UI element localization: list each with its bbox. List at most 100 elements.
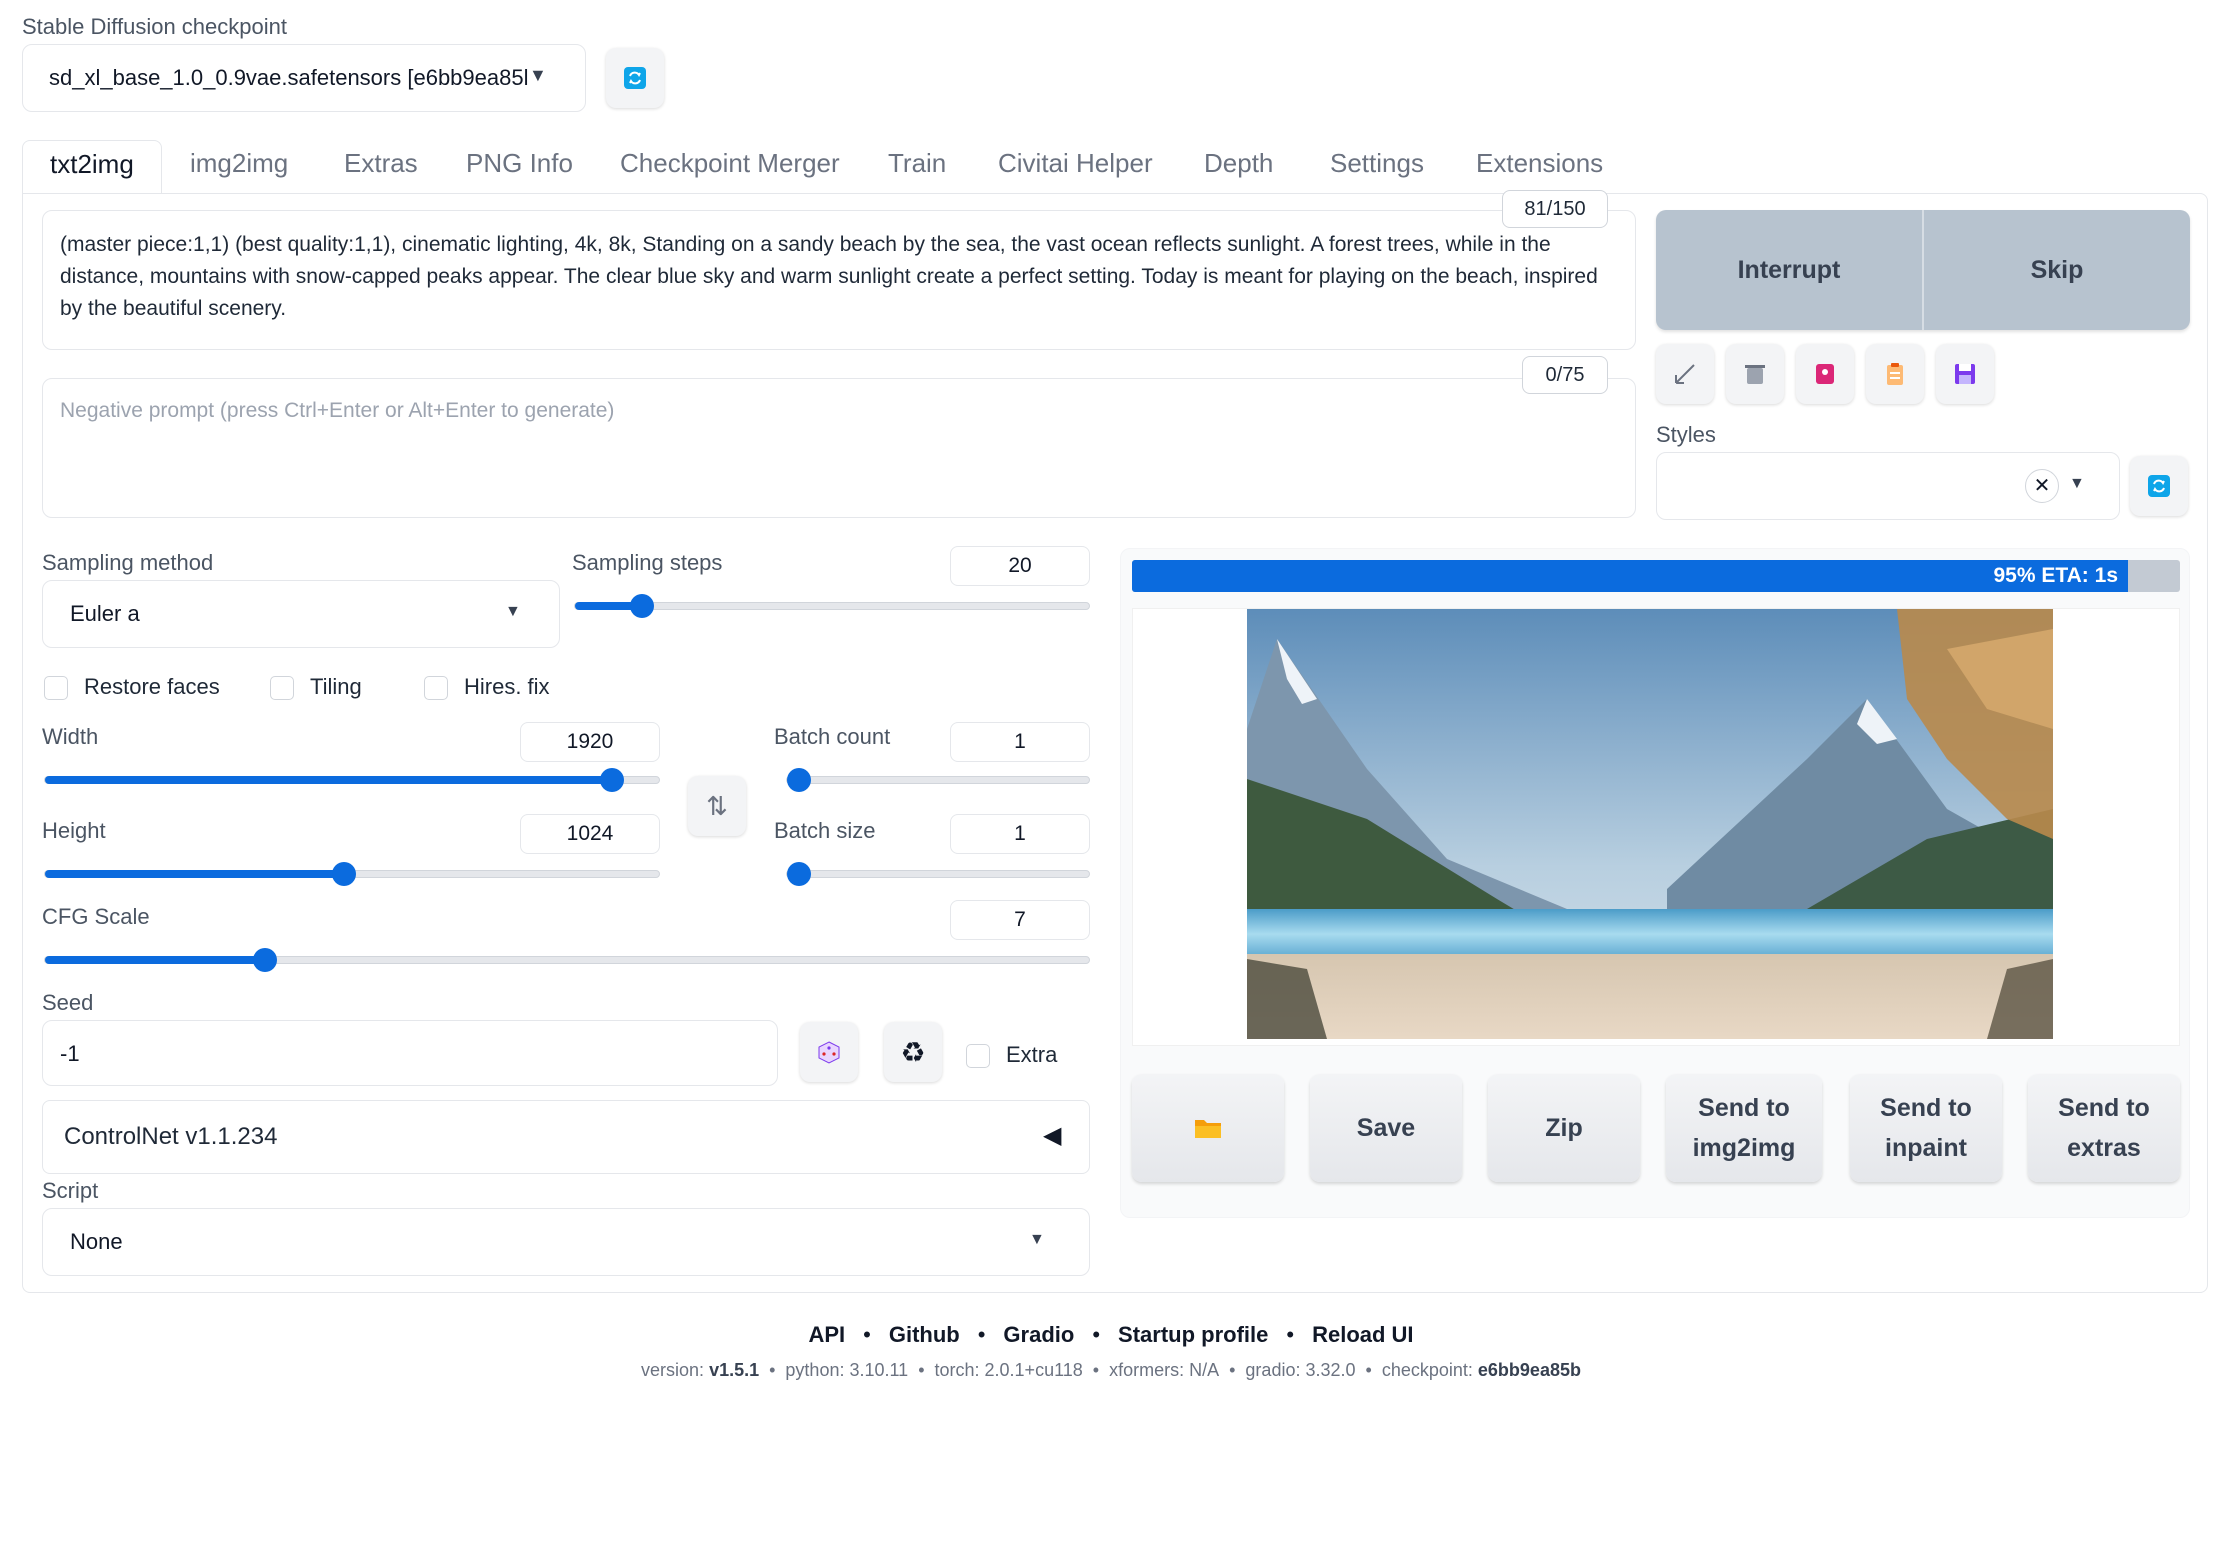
close-icon[interactable]: ✕ bbox=[2025, 469, 2059, 503]
open-folder-button[interactable] bbox=[1132, 1074, 1284, 1182]
cfg-scale-slider[interactable] bbox=[44, 948, 1090, 972]
tab-img2img[interactable]: img2img bbox=[190, 148, 288, 179]
checkpoint-select[interactable]: sd_xl_base_1.0_0.9vae.safetensors [e6bb9… bbox=[22, 44, 586, 112]
cfg-scale-input[interactable]: 7 bbox=[950, 900, 1090, 940]
seed-label: Seed bbox=[42, 990, 94, 1015]
tab-civitai-helper[interactable]: Civitai Helper bbox=[998, 148, 1153, 179]
folder-icon bbox=[1195, 1120, 1221, 1138]
batch-size-input[interactable]: 1 bbox=[950, 814, 1090, 854]
footer-link-github[interactable]: Github bbox=[889, 1322, 960, 1347]
negative-prompt-placeholder: Negative prompt (press Ctrl+Enter or Alt… bbox=[60, 399, 615, 422]
refresh-styles-button[interactable] bbox=[2130, 456, 2188, 516]
slider-thumb[interactable] bbox=[630, 594, 654, 618]
save-style-button[interactable] bbox=[1936, 344, 1994, 404]
tab-extras[interactable]: Extras bbox=[344, 148, 418, 179]
chevron-down-icon: ▼ bbox=[2069, 475, 2085, 492]
footer-link-gradio[interactable]: Gradio bbox=[1003, 1322, 1074, 1347]
tab-extensions[interactable]: Extensions bbox=[1476, 148, 1603, 179]
checkpoint-value: sd_xl_base_1.0_0.9vae.safetensors [e6bb9… bbox=[49, 65, 529, 90]
send-to-extras-line1: Send to bbox=[2058, 1094, 2150, 1122]
tab-png-info[interactable]: PNG Info bbox=[466, 148, 573, 179]
slider-thumb[interactable] bbox=[787, 768, 811, 792]
checkpoint-hash-value: e6bb9ea85b bbox=[1477, 1360, 1581, 1380]
slider-thumb[interactable] bbox=[787, 862, 811, 886]
tab-train[interactable]: Train bbox=[888, 148, 946, 179]
chevron-down-icon: ▼ bbox=[505, 603, 521, 620]
separator: • bbox=[863, 1322, 871, 1347]
read-generation-parameters-button[interactable] bbox=[1656, 344, 1714, 404]
slider-thumb[interactable] bbox=[253, 948, 277, 972]
slider-thumb[interactable] bbox=[332, 862, 356, 886]
negative-prompt-textarea[interactable]: Negative prompt (press Ctrl+Enter or Alt… bbox=[42, 378, 1636, 518]
sampling-steps-slider[interactable] bbox=[574, 594, 1090, 618]
sampling-method-value: Euler a bbox=[70, 601, 140, 626]
slider-thumb[interactable] bbox=[600, 768, 624, 792]
version-label: version: bbox=[641, 1360, 705, 1380]
prompt-textarea[interactable]: (master piece:1,1) (best quality:1,1), c… bbox=[42, 210, 1636, 350]
refresh-checkpoint-button[interactable] bbox=[606, 48, 664, 108]
batch-count-input[interactable]: 1 bbox=[950, 722, 1090, 762]
progress-text: 95% ETA: 1s bbox=[1993, 564, 2119, 587]
swap-dimensions-button[interactable]: ⇅ bbox=[688, 776, 746, 836]
restore-faces-checkbox[interactable] bbox=[44, 676, 68, 700]
collapse-arrow-icon: ◀ bbox=[1043, 1122, 1062, 1149]
send-to-img2img-button[interactable]: Send to img2img bbox=[1666, 1074, 1822, 1182]
interrupt-button[interactable]: Interrupt bbox=[1656, 210, 1922, 330]
height-slider[interactable] bbox=[44, 862, 660, 886]
refresh-icon bbox=[624, 67, 646, 89]
python-version: python: 3.10.11 bbox=[785, 1360, 909, 1380]
footer-link-api[interactable]: API bbox=[808, 1322, 845, 1347]
skip-button[interactable]: Skip bbox=[1924, 210, 2190, 330]
hires-fix-checkbox[interactable] bbox=[424, 676, 448, 700]
hires-fix-label: Hires. fix bbox=[464, 674, 550, 699]
clear-prompt-button[interactable] bbox=[1726, 344, 1784, 404]
recycle-icon: ♻ bbox=[900, 1036, 926, 1068]
send-to-inpaint-line1: Send to bbox=[1880, 1094, 1972, 1122]
xformers-version: xformers: N/A bbox=[1109, 1360, 1220, 1380]
width-input[interactable]: 1920 bbox=[520, 722, 660, 762]
random-seed-button[interactable] bbox=[800, 1022, 858, 1082]
width-slider[interactable] bbox=[44, 768, 660, 792]
save-button[interactable]: Save bbox=[1310, 1074, 1462, 1182]
height-input[interactable]: 1024 bbox=[520, 814, 660, 854]
send-to-inpaint-button[interactable]: Send to inpaint bbox=[1850, 1074, 2002, 1182]
footer-link-startup-profile[interactable]: Startup profile bbox=[1118, 1322, 1268, 1347]
tab-depth[interactable]: Depth bbox=[1204, 148, 1273, 179]
script-select[interactable]: None ▼ bbox=[42, 1208, 1090, 1276]
separator: • bbox=[1092, 1322, 1101, 1347]
apply-styles-button[interactable] bbox=[1866, 344, 1924, 404]
footer-links: API • Github • Gradio • Startup profile • Reload… bbox=[0, 1322, 2222, 1348]
show-extra-networks-button[interactable] bbox=[1796, 344, 1854, 404]
seed-input[interactable]: -1 bbox=[42, 1020, 778, 1086]
gradio-version: gradio: 3.32.0 bbox=[1245, 1360, 1356, 1380]
trash-icon bbox=[1745, 365, 1765, 384]
slider-fill bbox=[45, 956, 265, 964]
swap-arrows-icon: ⇅ bbox=[706, 790, 728, 821]
extra-seed-checkbox[interactable] bbox=[966, 1044, 990, 1068]
tab-txt2img[interactable]: txt2img bbox=[22, 140, 162, 194]
zip-button[interactable]: Zip bbox=[1488, 1074, 1640, 1182]
seed-value: -1 bbox=[60, 1041, 80, 1066]
tiling-checkbox[interactable] bbox=[270, 676, 294, 700]
tab-checkpoint-merger[interactable]: Checkpoint Merger bbox=[620, 148, 840, 179]
reuse-seed-button[interactable]: ♻ bbox=[884, 1022, 942, 1082]
generate-actions: Interrupt Skip bbox=[1656, 210, 2190, 330]
generated-image[interactable] bbox=[1247, 609, 2053, 1039]
tab-txt2img-label: txt2img bbox=[50, 149, 134, 179]
send-to-extras-line2: extras bbox=[2067, 1134, 2141, 1162]
tab-settings[interactable]: Settings bbox=[1330, 148, 1424, 179]
batch-count-slider[interactable] bbox=[786, 768, 1090, 792]
sampling-method-select[interactable]: Euler a ▼ bbox=[42, 580, 560, 648]
send-to-extras-button[interactable]: Send to extras bbox=[2028, 1074, 2180, 1182]
slider-fill bbox=[45, 870, 344, 878]
tiling-label: Tiling bbox=[310, 674, 362, 699]
styles-select[interactable]: ✕ ▼ bbox=[1656, 452, 2120, 520]
script-value: None bbox=[70, 1229, 123, 1254]
controlnet-accordion[interactable]: ControlNet v1.1.234 ◀ bbox=[42, 1100, 1090, 1174]
image-gallery bbox=[1132, 608, 2180, 1046]
footer-link-reload-ui[interactable]: Reload UI bbox=[1312, 1322, 1413, 1347]
sampling-method-label: Sampling method bbox=[42, 550, 214, 575]
sampling-steps-input[interactable]: 20 bbox=[950, 546, 1090, 586]
batch-size-slider[interactable] bbox=[786, 862, 1090, 886]
chevron-down-icon: ▼ bbox=[1029, 1231, 1045, 1248]
